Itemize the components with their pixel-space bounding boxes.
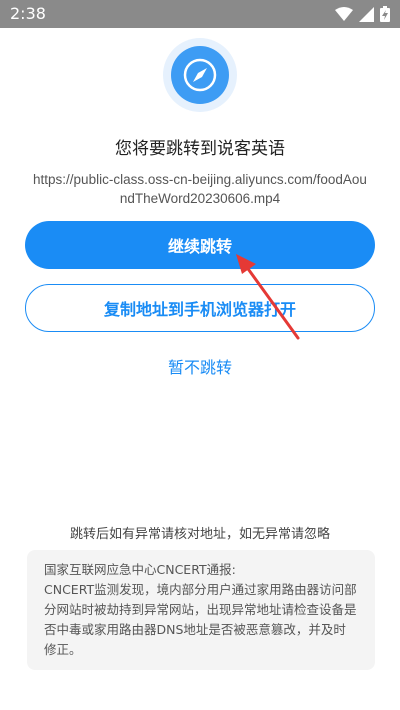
status-bar: 2:38 (0, 0, 400, 28)
continue-button[interactable]: 继续跳转 (25, 221, 375, 269)
target-url: https://public-class.oss-cn-beijing.aliy… (33, 172, 367, 206)
notice-body: CNCERT监测发现，境内部分用户通过家用路由器访问部分网站时被劫持到异常网站，… (44, 582, 357, 657)
signal-icon (359, 6, 374, 22)
dialog-title: 您将要跳转到说客英语 (115, 139, 285, 159)
copy-url-button[interactable]: 复制地址到手机浏览器打开 (25, 284, 375, 332)
wifi-icon (335, 7, 353, 21)
security-notice: 国家互联网应急中心CNCERT通报: CNCERT监测发现，境内部分用户通过家用… (27, 550, 375, 670)
compass-icon (183, 58, 217, 92)
notice-title: 国家互联网应急中心CNCERT通报: (44, 562, 236, 577)
hint-text: 跳转后如有异常请核对地址，如无异常请忽略 (69, 527, 330, 542)
status-icons (335, 6, 390, 22)
compass-badge (171, 46, 229, 104)
red-arrow-icon (236, 254, 300, 340)
battery-charging-icon (380, 6, 390, 22)
redirect-dialog: 您将要跳转到说客英语 https://public-class.oss-cn-b… (0, 28, 400, 710)
cancel-button[interactable]: 暂不跳转 (0, 354, 400, 378)
status-time: 2:38 (10, 4, 46, 23)
badge-halo (163, 38, 237, 112)
